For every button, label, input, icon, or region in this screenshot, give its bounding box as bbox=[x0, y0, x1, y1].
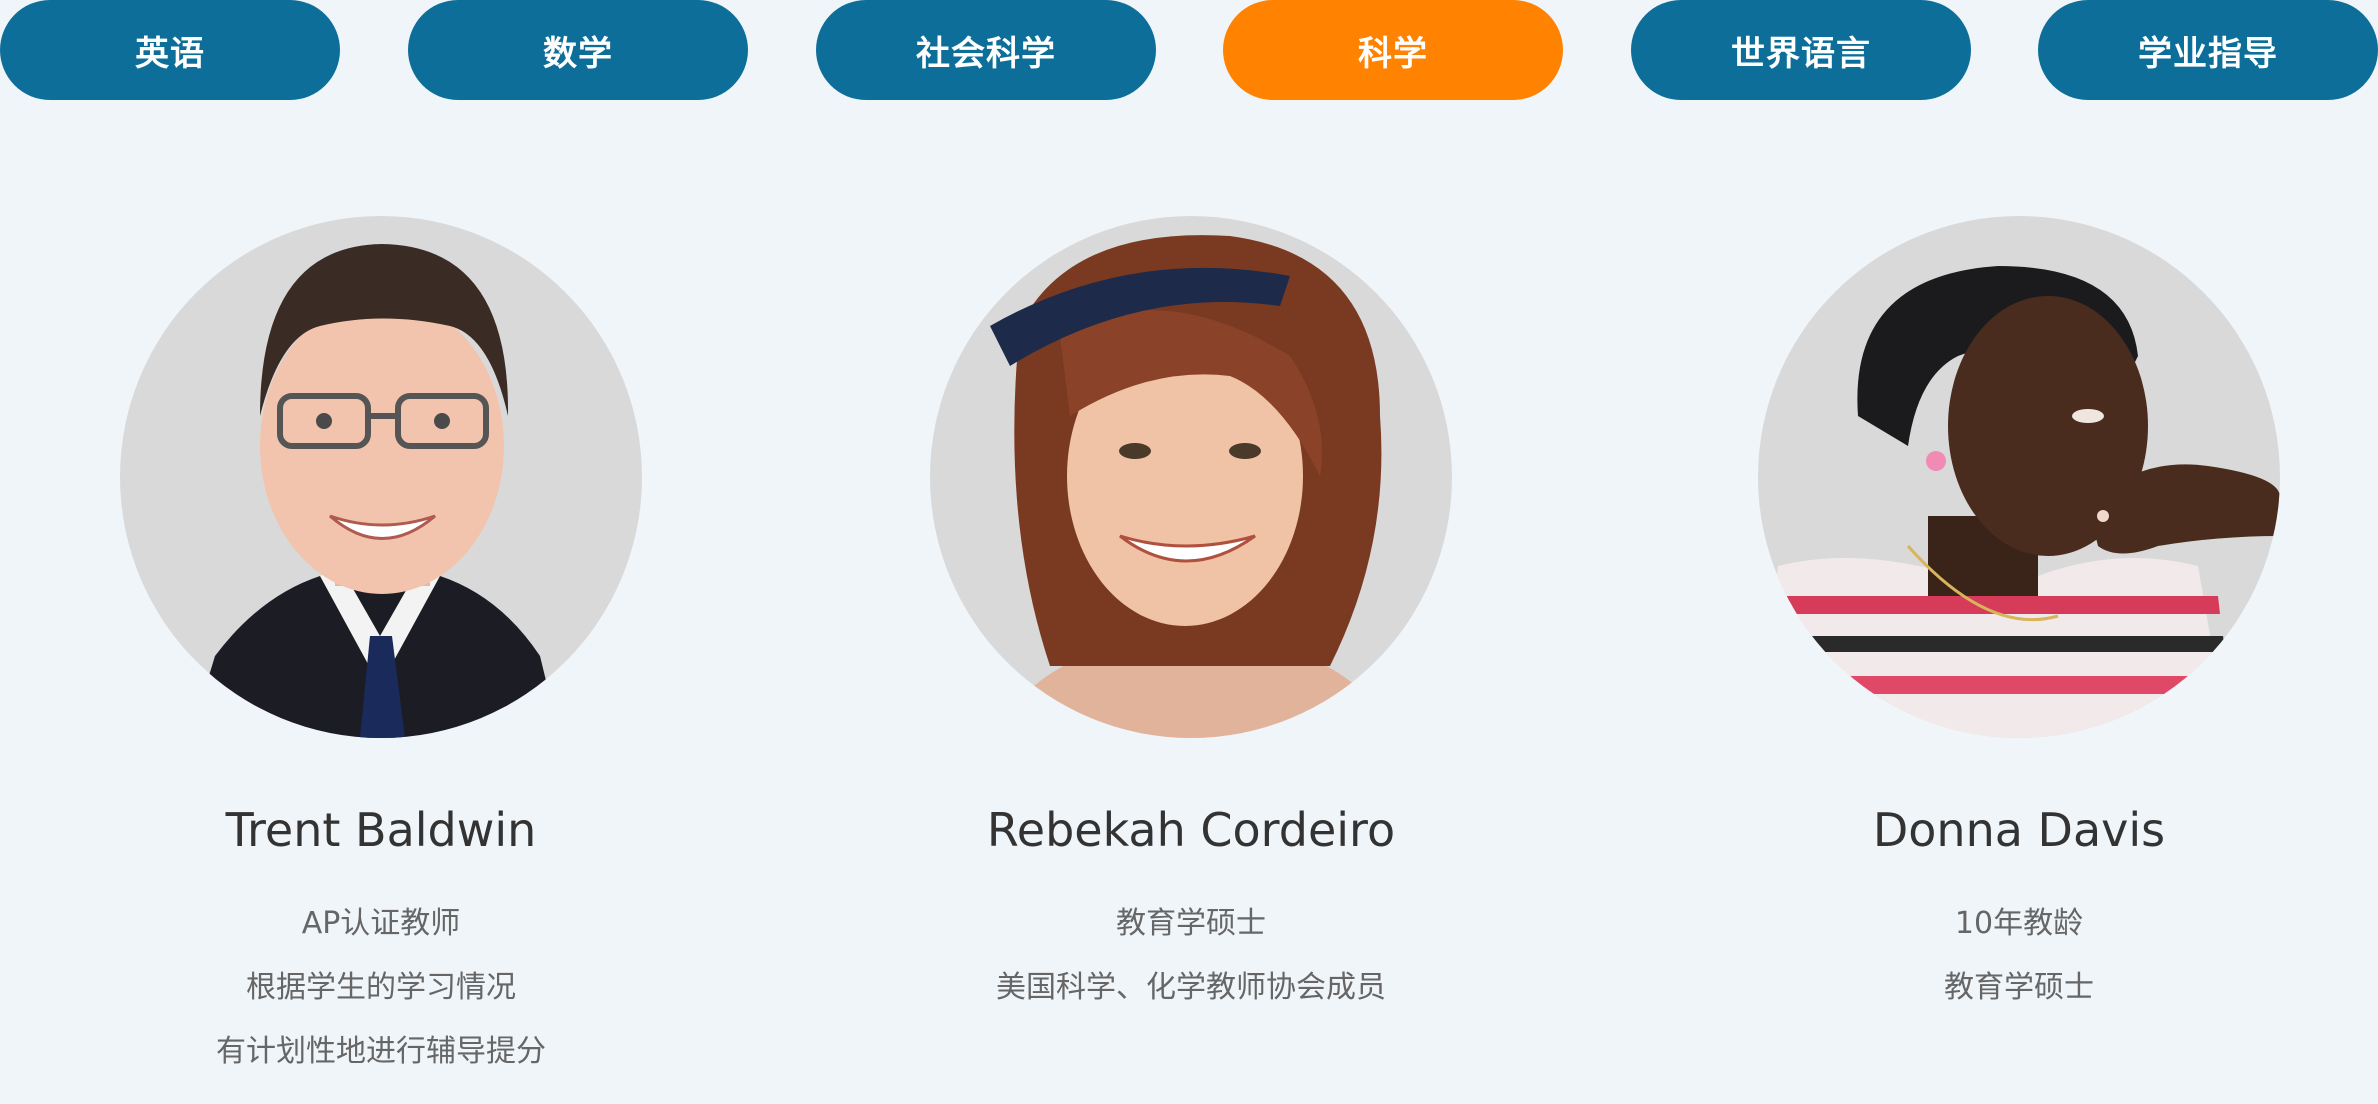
tab-academic-guidance[interactable]: 学业指导 bbox=[2038, 0, 2378, 100]
tab-english[interactable]: 英语 bbox=[0, 0, 340, 100]
avatar bbox=[1758, 216, 2280, 738]
teacher-card: Trent Baldwin AP认证教师 根据学生的学习情况 有计划性地进行辅导… bbox=[31, 216, 731, 1084]
tab-world-languages[interactable]: 世界语言 bbox=[1631, 0, 1971, 100]
tab-social-science[interactable]: 社会科学 bbox=[816, 0, 1156, 100]
tab-science[interactable]: 科学 bbox=[1223, 0, 1563, 100]
teacher-name: Rebekah Cordeiro bbox=[986, 803, 1396, 857]
teacher-desc-line: 教育学硕士 bbox=[1116, 906, 1266, 941]
teacher-photo bbox=[990, 235, 1400, 738]
teacher-desc-line: 美国科学、化学教师协会成员 bbox=[996, 970, 1386, 1005]
subject-tabs: 英语 数学 社会科学 科学 世界语言 学业指导 bbox=[0, 0, 2378, 100]
avatar bbox=[930, 216, 1452, 738]
teacher-desc-line: 有计划性地进行辅导提分 bbox=[216, 1034, 546, 1069]
avatar bbox=[120, 216, 642, 738]
teacher-description: 10年教龄 教育学硕士 bbox=[1669, 892, 2369, 1020]
tab-math[interactable]: 数学 bbox=[408, 0, 748, 100]
teacher-description: 教育学硕士 美国科学、化学教师协会成员 bbox=[841, 892, 1541, 1020]
teacher-photo bbox=[1758, 266, 2280, 738]
teacher-photo bbox=[190, 244, 560, 738]
teacher-description: AP认证教师 根据学生的学习情况 有计划性地进行辅导提分 bbox=[31, 892, 731, 1084]
teacher-name: Donna Davis bbox=[1872, 803, 2166, 857]
teacher-desc-line: 教育学硕士 bbox=[1944, 970, 2094, 1005]
teacher-card: Donna Davis 10年教龄 教育学硕士 bbox=[1669, 216, 2369, 1020]
teacher-desc-line: 根据学生的学习情况 bbox=[246, 970, 516, 1005]
teacher-desc-line: 10年教龄 bbox=[1954, 906, 2084, 941]
teacher-card: Rebekah Cordeiro 教育学硕士 美国科学、化学教师协会成员 bbox=[841, 216, 1541, 1020]
teacher-desc-line: AP认证教师 bbox=[301, 906, 461, 941]
teacher-name: Trent Baldwin bbox=[225, 803, 537, 857]
